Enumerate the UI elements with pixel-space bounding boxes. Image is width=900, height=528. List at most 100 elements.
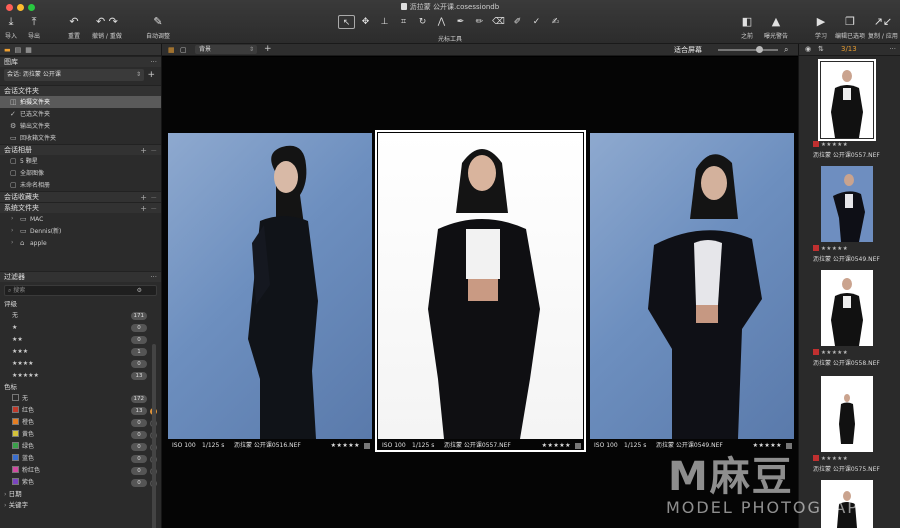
viewer-photo-0549[interactable] — [590, 133, 794, 439]
more-icon[interactable]: ··· — [150, 57, 157, 68]
image-count: 3/13 — [841, 45, 857, 53]
thumbnail-name: 沥拉蒙 公开课0575.NEF — [813, 466, 880, 473]
selects-icon: ✓ — [10, 110, 16, 118]
exposure-warning-button[interactable]: ▲ 曝光警告 — [764, 16, 788, 41]
rating-row-2[interactable]: ★★ 0 — [0, 334, 161, 346]
color-tag-square[interactable] — [364, 443, 370, 449]
add-variant-icon[interactable]: + — [264, 44, 272, 54]
apply-icon[interactable]: ✓ — [528, 15, 545, 29]
zoom-slider[interactable] — [718, 49, 778, 51]
color-row-green[interactable]: 绿色 0 — [0, 441, 161, 453]
system-folder-apple[interactable]: › ⌂ apple — [0, 237, 161, 249]
rotate-icon[interactable]: ↻ — [414, 15, 431, 29]
session-albums-header[interactable]: 会话相册 + − — [0, 144, 161, 155]
zoom-slider-handle[interactable] — [756, 46, 763, 53]
background-select[interactable]: 背景 ⇕ — [195, 45, 257, 54]
eye-icon[interactable]: ◉ — [805, 45, 811, 53]
session-selector[interactable]: 会话: 沥拉蒙 公开课 ⇕ — [4, 69, 144, 81]
thumbnail-0558[interactable] — [821, 270, 873, 346]
filter-scrollbar[interactable] — [152, 344, 156, 528]
filter-search-input[interactable]: ⌕ 搜索⚙··· — [4, 285, 157, 296]
library-header[interactable]: 图库 ··· — [0, 56, 161, 67]
folder-item-capture[interactable]: ◫ 拍摄文件夹 — [0, 96, 161, 108]
keystone-icon[interactable]: ⋀ — [433, 15, 450, 29]
rating-row-4[interactable]: ★★★★ 0 — [0, 358, 161, 370]
pan-icon[interactable]: ✥ — [357, 15, 374, 29]
viewer-photo-0516[interactable] — [168, 133, 372, 439]
capture-tab-icon[interactable]: ▤ — [15, 46, 22, 54]
system-folders-header[interactable]: 系统文件夹 + − — [0, 202, 161, 213]
crop-icon[interactable]: ⌗ — [395, 15, 412, 29]
multi-view-icon[interactable]: ▦ — [168, 46, 175, 54]
color-swatch — [12, 394, 19, 401]
adjust-tab-icon[interactable]: ▦ — [25, 46, 32, 54]
color-tag-square[interactable] — [575, 443, 581, 449]
session-folders-header[interactable]: 会话文件夹 — [0, 85, 161, 96]
library-spacer — [0, 249, 161, 271]
color-row-pink[interactable]: 粉红色 0 — [0, 465, 161, 477]
add-session-icon[interactable]: + — [147, 70, 155, 80]
color-row-purple[interactable]: 紫色 0 — [0, 477, 161, 489]
thumbnail-0575[interactable] — [821, 376, 873, 452]
chevron-right-icon[interactable]: › — [11, 225, 13, 237]
learn-button[interactable]: ▶ 学习 — [815, 16, 827, 41]
rating-stars[interactable]: ★★★★★ — [542, 441, 571, 451]
stamp-icon[interactable]: ⊥ — [376, 15, 393, 29]
more-icon[interactable]: ··· — [889, 45, 896, 53]
color-row-red[interactable]: 红色 13 — [0, 405, 161, 417]
color-row-none[interactable]: 无 172 — [0, 393, 161, 405]
more-icon[interactable]: ··· — [150, 272, 157, 283]
album-item-untitled[interactable]: ▢ 未命名相册 — [0, 179, 161, 191]
before-button[interactable]: ◧ 之前 — [741, 16, 753, 41]
folder-item-trash[interactable]: ▭ 回收箱文件夹 — [0, 132, 161, 144]
color-row-blue[interactable]: 蓝色 0 — [0, 453, 161, 465]
red-tag — [813, 349, 819, 355]
copy-apply-button[interactable]: ↗↙ 复制 / 应用 — [868, 16, 898, 41]
rating-stars[interactable]: ★★★★★ — [331, 441, 360, 451]
system-folder-dennis[interactable]: › ▭ Dennis(新) — [0, 225, 161, 237]
rating-row-1[interactable]: ★ 0 — [0, 322, 161, 334]
filters-header[interactable]: 过滤器 ··· — [0, 271, 161, 282]
thumbnail-0549[interactable] — [821, 166, 873, 242]
color-row-orange[interactable]: 橙色 0 — [0, 417, 161, 429]
thumbnail-next[interactable] — [821, 480, 873, 528]
count-badge: 0 — [131, 455, 147, 463]
album-item-5-stars[interactable]: ▢ 5 颗星 — [0, 155, 161, 167]
zoom-search-icon[interactable]: ⌕ — [784, 45, 788, 55]
folder-item-selects[interactable]: ✓ 已选文件夹 — [0, 108, 161, 120]
thumbnail-meta: ★★★★★ — [813, 349, 848, 357]
rating-row-5[interactable]: ★★★★★ 13 — [0, 370, 161, 382]
fit-screen-label[interactable]: 适合屏幕 — [674, 45, 702, 55]
rating-stars[interactable]: ★★★★★ — [753, 441, 782, 451]
chevron-updown-icon: ⇕ — [248, 46, 254, 53]
brush-icon[interactable]: ✏ — [471, 15, 488, 29]
date-filter-header[interactable]: › 日期 — [0, 489, 161, 500]
select-cursor-icon[interactable]: ↖ — [338, 15, 355, 29]
viewer-photo-0557[interactable] — [378, 133, 583, 439]
session-favorites-header[interactable]: 会话收藏夹 + − — [0, 191, 161, 202]
folder-tab-icon[interactable]: ▬ — [4, 46, 11, 54]
pipette-icon[interactable]: ✐ — [509, 15, 526, 29]
keywords-filter-header[interactable]: › 关键字 — [0, 500, 161, 511]
thumbnail-name: 沥拉蒙 公开课0549.NEF — [813, 256, 880, 263]
eraser-icon[interactable]: ⌫ — [490, 15, 507, 29]
color-tag-header[interactable]: 色标 — [0, 382, 161, 393]
annotate-icon[interactable]: ✍ — [547, 15, 564, 29]
album-item-all-images[interactable]: ▢ 全部图像 — [0, 167, 161, 179]
single-view-icon[interactable]: ▢ — [180, 46, 187, 54]
trash-icon: ▭ — [10, 134, 17, 142]
picker-icon[interactable]: ✒ — [452, 15, 469, 29]
chevron-right-icon[interactable]: › — [11, 213, 13, 225]
color-row-yellow[interactable]: 黄色 0 — [0, 429, 161, 441]
color-tag-square[interactable] — [786, 443, 792, 449]
edit-selected-button[interactable]: ❐ 编辑已选项 — [835, 16, 865, 41]
search-options-icon[interactable]: ⚙ — [137, 286, 142, 296]
rating-row-none[interactable]: 无 171 — [0, 310, 161, 322]
rating-header[interactable]: 评级 — [0, 299, 161, 310]
system-folder-mac[interactable]: › ▭ MAC — [0, 213, 161, 225]
folder-item-output[interactable]: ⚙ 输出文件夹 — [0, 120, 161, 132]
chevron-right-icon[interactable]: › — [11, 237, 13, 249]
rating-row-3[interactable]: ★★★ 1 — [0, 346, 161, 358]
sort-icon[interactable]: ⇅ — [818, 45, 824, 53]
thumbnail-0557[interactable] — [818, 59, 876, 141]
